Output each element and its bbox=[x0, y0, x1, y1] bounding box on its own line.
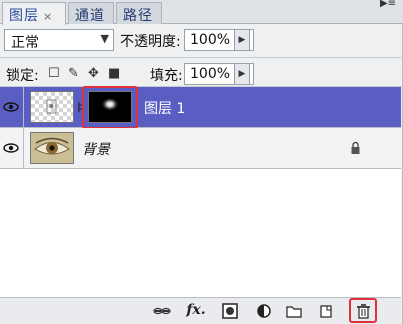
layer-name[interactable]: 背景 bbox=[82, 139, 110, 159]
layer-content-icon bbox=[46, 99, 57, 114]
lock-transparent-pixels-icon[interactable]: ☐ bbox=[48, 66, 60, 81]
tab-channels-label: 通道 bbox=[75, 8, 105, 24]
layer-row-layer1[interactable]: 图层 1 bbox=[0, 86, 401, 129]
add-mask-icon[interactable] bbox=[220, 302, 240, 320]
new-group-icon[interactable] bbox=[284, 302, 304, 320]
visibility-toggle[interactable] bbox=[0, 128, 24, 168]
tab-layers-label: 图层 bbox=[9, 8, 39, 24]
delete-highlight-box bbox=[349, 298, 377, 323]
panel-tab-bar: 图层 × 通道 路径 ▶≡ bbox=[0, 0, 403, 25]
layer-thumbnail[interactable] bbox=[30, 91, 74, 123]
adjustment-layer-icon[interactable] bbox=[254, 302, 274, 320]
close-icon[interactable]: × bbox=[43, 10, 53, 23]
layers-panel: 图层 × 通道 路径 ▶≡ 正常 ▼ 不透明度: 100% ▶ 锁定: ☐ ✎ ✥… bbox=[0, 0, 403, 324]
tab-paths[interactable]: 路径 bbox=[116, 2, 162, 24]
layer-thumbnail[interactable] bbox=[30, 132, 74, 164]
tab-channels[interactable]: 通道 bbox=[68, 2, 114, 24]
tab-layers[interactable]: 图层 × bbox=[2, 2, 66, 25]
divider bbox=[0, 57, 403, 58]
eye-icon bbox=[3, 102, 19, 112]
layer-name[interactable]: 图层 1 bbox=[144, 98, 185, 118]
blend-mode-select[interactable]: 正常 ▼ bbox=[4, 29, 114, 51]
lock-position-icon[interactable]: ✥ bbox=[88, 66, 99, 81]
opacity-label: 不透明度: bbox=[120, 34, 181, 50]
fill-label: 填充: bbox=[150, 68, 183, 84]
lock-label: 锁定: bbox=[6, 68, 39, 84]
layers-bottom-toolbar: fx. bbox=[0, 297, 401, 324]
lock-all-icon[interactable]: ■ bbox=[108, 66, 120, 81]
layer-style-fx-icon[interactable]: fx. bbox=[186, 302, 206, 320]
lock-image-pixels-icon[interactable]: ✎ bbox=[68, 66, 79, 81]
panel-menu-icon[interactable]: ▶≡ bbox=[379, 0, 397, 20]
blend-mode-value: 正常 bbox=[11, 35, 39, 51]
opacity-slider-arrow-icon[interactable]: ▶ bbox=[234, 29, 250, 51]
visibility-toggle[interactable] bbox=[0, 87, 24, 127]
eye-photo-icon bbox=[31, 133, 73, 163]
new-layer-icon[interactable] bbox=[316, 302, 336, 320]
link-layers-icon[interactable] bbox=[152, 302, 172, 320]
tab-paths-label: 路径 bbox=[123, 8, 153, 24]
lock-icon bbox=[351, 141, 360, 154]
chevron-down-icon: ▼ bbox=[100, 32, 109, 45]
mask-highlight-box bbox=[82, 86, 138, 129]
layer-row-background[interactable]: 背景 bbox=[0, 128, 401, 169]
layers-list: 图层 1 背景 bbox=[0, 86, 401, 297]
fill-slider-arrow-icon[interactable]: ▶ bbox=[234, 63, 250, 85]
eye-icon bbox=[3, 143, 19, 153]
